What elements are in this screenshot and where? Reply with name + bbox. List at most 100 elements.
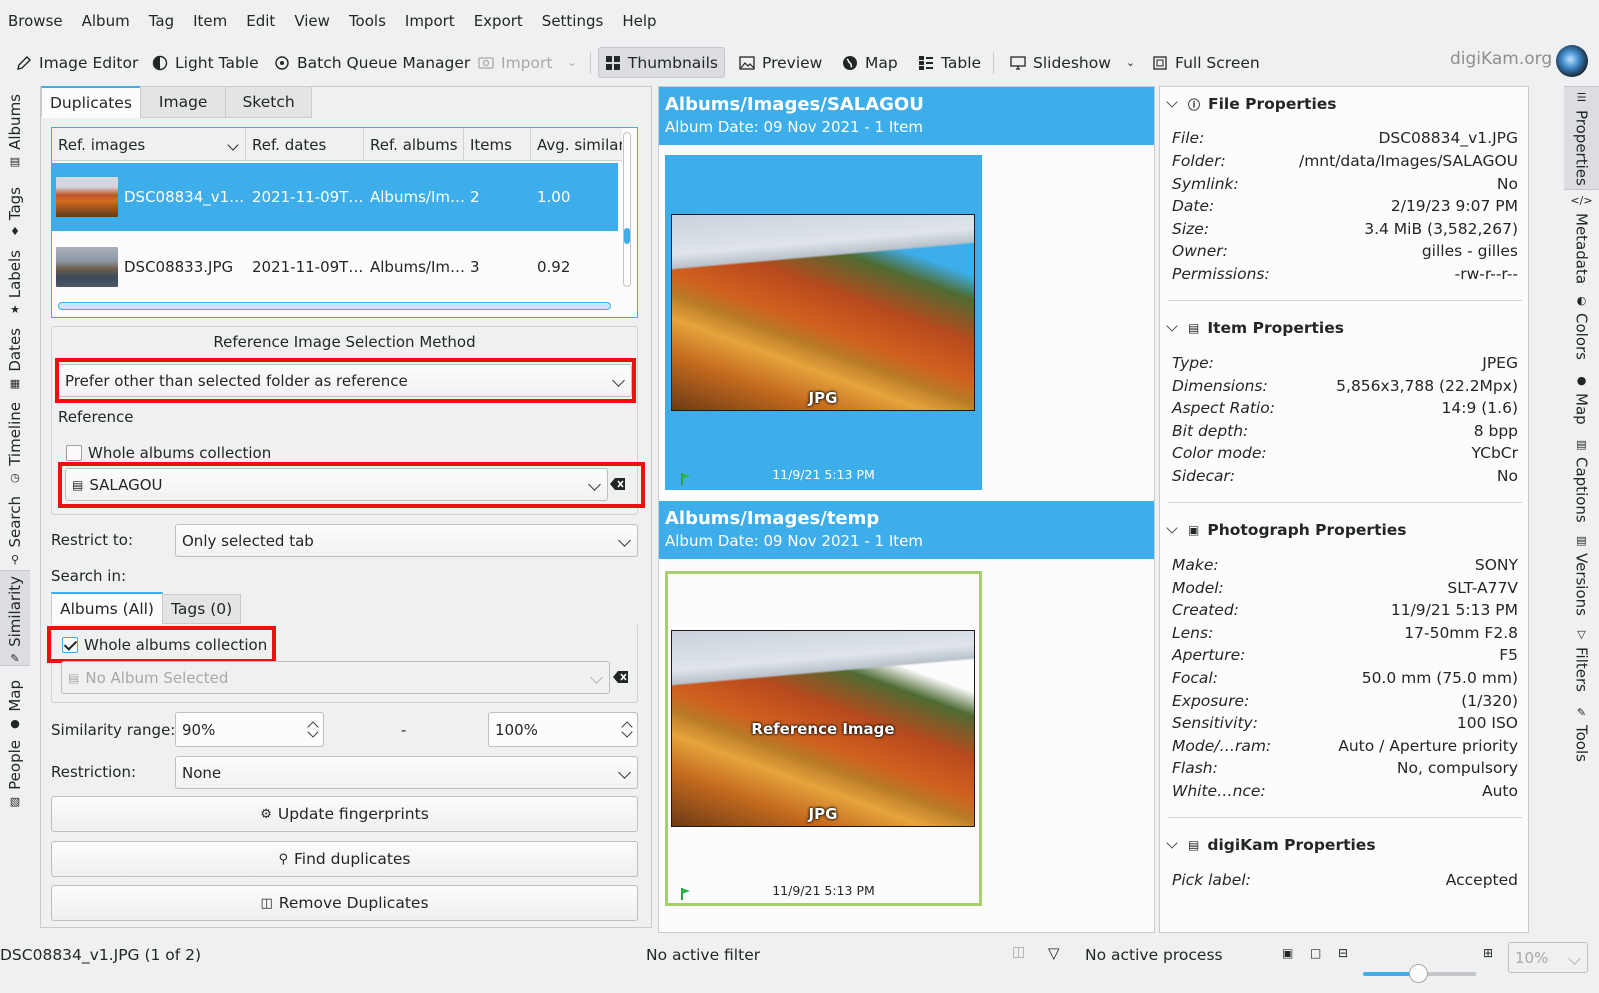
sidebar-tab-labels[interactable]: Labels ★ — [0, 240, 30, 316]
sidebar-tab-albums[interactable]: Albums ▤ — [0, 86, 30, 168]
chevron-down-icon[interactable]: ⌄ — [567, 56, 576, 69]
trash-icon[interactable]: ◫ — [1012, 944, 1025, 960]
brush-icon: ✎ — [10, 652, 20, 665]
image-icon — [739, 55, 755, 70]
zoom-fit-icon[interactable]: ▣ — [1282, 946, 1293, 960]
clear-icon[interactable] — [613, 670, 629, 684]
globe-icon: ● — [1576, 374, 1587, 387]
image-thumbnail — [56, 247, 118, 287]
sidebar-tab-search[interactable]: Search ⚲ — [0, 486, 30, 566]
sidebar-tab-map[interactable]: ● Map — [1564, 374, 1599, 434]
similarity-range-label: Similarity range: — [51, 721, 176, 739]
zoom-select[interactable]: 10% — [1508, 942, 1588, 973]
menu-album[interactable]: Album — [82, 12, 130, 30]
similarity-min-spinbox[interactable]: 90% — [175, 712, 324, 747]
col-ref-images[interactable]: Ref. images — [52, 128, 246, 161]
zoom-in-icon[interactable]: ⊞ — [1483, 946, 1493, 960]
import-button[interactable]: Import ⌄ — [472, 47, 583, 78]
sidebar-tab-people[interactable]: People ▧ — [0, 734, 30, 808]
table-row[interactable]: DSC08834_v1… 2021-11-09T… Albums/Im… 2 1… — [52, 163, 618, 231]
zoom-out-icon[interactable]: ⊟ — [1338, 946, 1348, 960]
table-row[interactable]: DSC08833.JPG 2021-11-09T… Albums/Im… 3 0… — [52, 233, 618, 301]
table-header: Ref. images Ref. dates Ref. albums Items… — [52, 128, 622, 161]
sidebar-tab-tags[interactable]: Tags ♦ — [0, 170, 30, 238]
filter-icon[interactable]: ▽ — [1048, 944, 1060, 962]
menu-tag[interactable]: Tag — [149, 12, 174, 30]
menu-help[interactable]: Help — [622, 12, 656, 30]
menu-export[interactable]: Export — [474, 12, 523, 30]
table-button[interactable]: Table — [912, 47, 987, 78]
properties-panel: ⓘ File Properties File: DSC08834_v1.JPG Fo… — [1159, 86, 1529, 933]
sidebar-tab-timeline[interactable]: Timeline ◷ — [0, 392, 30, 484]
menu-settings[interactable]: Settings — [542, 12, 604, 30]
map-button[interactable]: Map — [836, 47, 904, 78]
preview-button[interactable]: Preview — [733, 47, 828, 78]
col-ref-albums[interactable]: Ref. albums — [364, 128, 464, 161]
wrench-icon: ✎ — [1576, 706, 1587, 719]
menu-tools[interactable]: Tools — [349, 12, 386, 30]
restriction-select[interactable]: None — [175, 756, 638, 789]
sidebar-tab-similarity[interactable]: Similarity ✎ — [0, 570, 30, 666]
menu-item[interactable]: Item — [193, 12, 227, 30]
item-properties-header[interactable]: ▤ Item Properties — [1166, 319, 1344, 337]
search-album-select[interactable]: ▤ No Album Selected — [61, 661, 610, 694]
thumbnails-button[interactable]: Thumbnails — [598, 47, 725, 78]
similarity-max-spinbox[interactable]: 100% — [488, 712, 638, 747]
sidebar-tab-map[interactable]: Map ● — [0, 670, 30, 730]
menu-import[interactable]: Import — [405, 12, 455, 30]
sidebar-tab-tools[interactable]: ✎ Tools — [1564, 706, 1599, 770]
photo-thumbnail: Reference Image JPG — [671, 630, 975, 827]
light-table-button[interactable]: Light Table — [146, 47, 265, 78]
flag-icon — [681, 888, 691, 900]
highlight-box — [55, 358, 636, 403]
digikam-logo-icon — [1556, 45, 1588, 77]
whole-albums-checkbox-ref[interactable]: Whole albums collection — [66, 444, 271, 462]
sidebar-tab-versions[interactable]: ▤ Versions — [1564, 534, 1599, 622]
sidebar-tab-dates[interactable]: Dates ▦ — [0, 318, 30, 390]
full-screen-button[interactable]: Full Screen — [1146, 47, 1266, 78]
col-avg-similarity[interactable]: Avg. similar — [531, 128, 622, 161]
sidebar-tab-captions[interactable]: ▤ Captions — [1564, 438, 1599, 530]
sidebar-tab-metadata[interactable]: </> Metadata — [1564, 194, 1599, 284]
col-items[interactable]: Items — [464, 128, 531, 161]
versions-icon: ▤ — [1576, 534, 1587, 547]
menu-edit[interactable]: Edit — [246, 12, 275, 30]
duplicates-table: Ref. images Ref. dates Ref. albums Items… — [51, 127, 638, 318]
menu-bar: Browse Album Tag Item Edit View Tools Im… — [0, 0, 1599, 42]
filter-icon: ▽ — [1577, 628, 1586, 641]
sidebar-tab-filters[interactable]: ▽ Filters — [1564, 628, 1599, 700]
menu-view[interactable]: View — [294, 12, 330, 30]
restrict-select[interactable]: Only selected tab — [175, 524, 638, 557]
gear-icon — [275, 55, 289, 70]
slideshow-button[interactable]: Slideshow ⌄ — [1004, 47, 1141, 78]
digikam-properties-header[interactable]: ▤ digiKam Properties — [1166, 836, 1376, 854]
photograph-properties-header[interactable]: ▣ Photograph Properties — [1166, 521, 1407, 539]
col-ref-dates[interactable]: Ref. dates — [246, 128, 364, 161]
batch-queue-manager-button[interactable]: Batch Queue Manager — [268, 47, 476, 78]
image-card-selected[interactable]: JPG 11/9/21 5:13 PM — [665, 155, 982, 490]
sidebar-tab-colors[interactable]: ◐ Colors — [1564, 294, 1599, 370]
menu-browse[interactable]: Browse — [8, 12, 63, 30]
tab-image[interactable]: Image — [139, 86, 227, 118]
vertical-scrollbar[interactable] — [623, 132, 631, 287]
tab-duplicates[interactable]: Duplicates — [41, 86, 141, 118]
zoom-slider[interactable] — [1363, 964, 1476, 983]
horizontal-scrollbar[interactable] — [58, 302, 611, 310]
checkbox[interactable] — [66, 445, 82, 461]
slider-handle[interactable] — [1409, 964, 1428, 983]
tab-tags[interactable]: Tags (0) — [161, 594, 242, 624]
zoom-full-icon[interactable]: □ — [1310, 946, 1321, 960]
tab-sketch[interactable]: Sketch — [225, 86, 312, 118]
panel-tabs: Duplicates Image Sketch — [41, 86, 312, 118]
image-card-reference[interactable]: Reference Image JPG 11/9/21 5:13 PM — [665, 571, 982, 906]
update-fingerprints-button[interactable]: ⚙ Update fingerprints — [51, 796, 638, 832]
image-editor-button[interactable]: Image Editor — [10, 47, 144, 78]
remove-duplicates-button[interactable]: ◫ Remove Duplicates — [51, 885, 638, 921]
find-duplicates-button[interactable]: ⚲ Find duplicates — [51, 841, 638, 877]
face-icon: ▧ — [9, 795, 21, 808]
brand-text: digiKam.org — [1450, 49, 1553, 69]
chevron-down-icon[interactable]: ⌄ — [1126, 56, 1135, 69]
file-properties-header[interactable]: ⓘ File Properties — [1166, 95, 1337, 113]
tab-albums-all[interactable]: Albums (All) — [51, 592, 163, 624]
sidebar-tab-properties[interactable]: ☰ Properties — [1564, 86, 1599, 190]
